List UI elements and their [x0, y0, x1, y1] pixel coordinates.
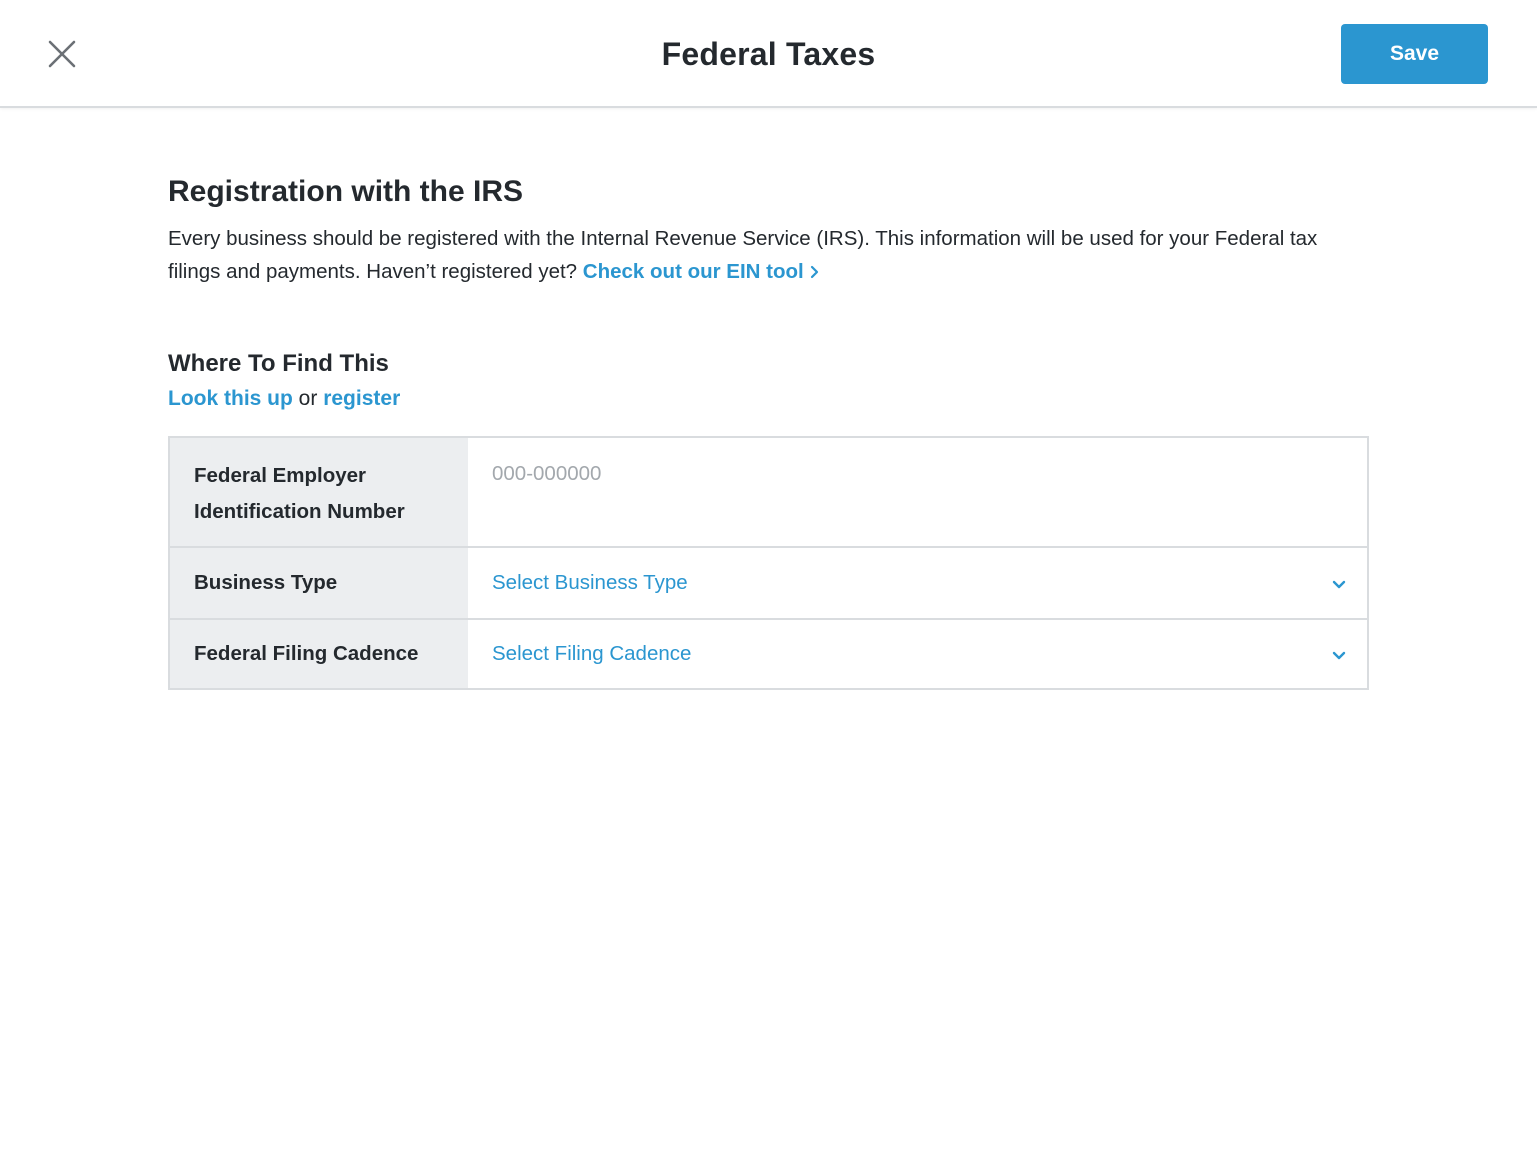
business-type-select[interactable]: Select Business Type: [492, 548, 1346, 618]
top-bar: Federal Taxes Save: [0, 0, 1537, 108]
filing-cadence-select[interactable]: Select Filing Cadence: [492, 620, 1346, 688]
register-link[interactable]: register: [323, 387, 400, 410]
filing-cadence-label: Federal Filing Cadence: [170, 620, 468, 688]
main-content: Registration with the IRS Every business…: [168, 172, 1369, 414]
ein-label: Federal Employer Identification Number: [170, 438, 468, 546]
chevron-down-icon: [1332, 651, 1346, 660]
ein-input[interactable]: [492, 462, 1343, 486]
chevron-right-icon: [810, 265, 818, 279]
ein-tool-link-label: Check out our EIN tool: [582, 260, 804, 283]
save-button[interactable]: Save: [1341, 24, 1488, 84]
business-type-label: Business Type: [170, 548, 468, 618]
page-title: Federal Taxes: [661, 36, 876, 72]
registration-description: Every business should be registered with…: [168, 222, 1368, 288]
business-type-value: Select Business Type: [492, 571, 688, 594]
chevron-down-icon: [1332, 580, 1346, 589]
section-title: Registration with the IRS: [168, 175, 524, 208]
ein-row: Federal Employer Identification Number: [170, 438, 1367, 546]
ein-tool-link[interactable]: Check out our EIN tool: [583, 260, 820, 283]
look-this-up-link[interactable]: Look this up: [168, 387, 293, 410]
business-type-cell: Select Business Type: [468, 548, 1367, 618]
filing-cadence-value: Select Filing Cadence: [492, 642, 692, 665]
federal-tax-form: Federal Employer Identification Number B…: [168, 436, 1369, 690]
where-to-find-links: Look this up or register: [168, 384, 1369, 414]
filing-cadence-cell: Select Filing Cadence: [468, 620, 1367, 688]
business-type-row: Business Type Select Business Type: [170, 546, 1367, 618]
filing-cadence-row: Federal Filing Cadence Select Filing Cad…: [170, 618, 1367, 688]
ein-cell: [468, 438, 1367, 546]
or-text: or: [298, 387, 318, 410]
where-to-find-title: Where To Find This: [168, 350, 389, 377]
